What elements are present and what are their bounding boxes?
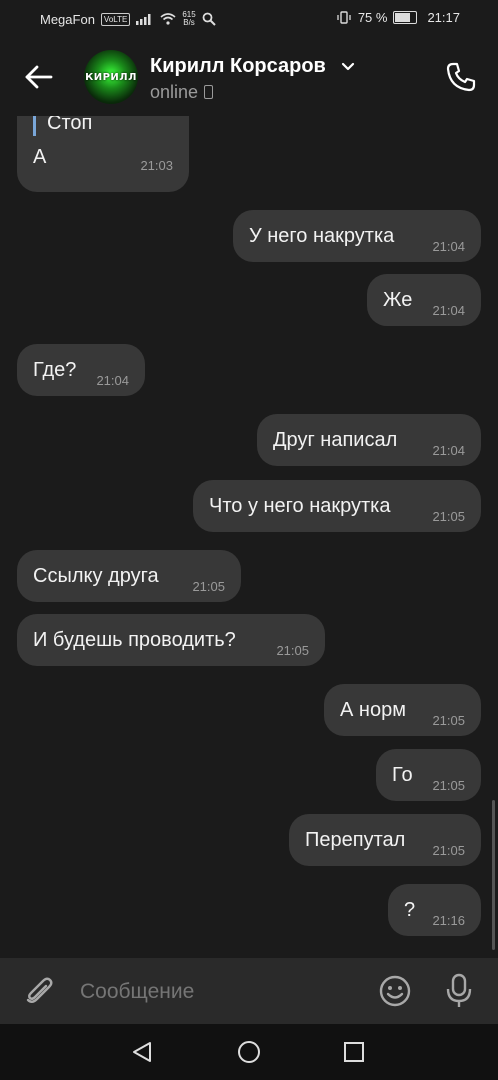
system-navigation-bar <box>0 1024 498 1080</box>
message-text: Перепутал <box>305 829 406 851</box>
vibrate-icon <box>337 11 351 24</box>
message-time: 21:04 <box>432 443 465 458</box>
volte-badge: VoLTE <box>100 12 131 26</box>
avatar-logo-text: КИРИЛЛ <box>85 72 137 83</box>
message-bubble-outgoing[interactable]: У него накрутка 21:04 <box>233 210 481 262</box>
status-bar: MegaFon VoLTE 615 B/s 75 % 21:17 <box>0 0 498 38</box>
message-text: Же <box>383 289 413 311</box>
message-text: Что у него накрутка <box>209 495 391 517</box>
phone-call-icon[interactable] <box>444 60 478 94</box>
message-bubble-incoming[interactable]: Стоп А 21:03 <box>17 116 189 192</box>
message-time: 21:05 <box>432 778 465 793</box>
message-list[interactable]: Стоп А 21:03 У него накрутка 21:04 Же 21… <box>0 116 498 958</box>
message-time: 21:03 <box>140 158 173 173</box>
mobile-icon <box>204 85 214 99</box>
message-bubble-incoming[interactable]: Где? 21:04 <box>17 344 145 396</box>
message-text: А <box>33 146 47 168</box>
message-time: 21:04 <box>432 303 465 318</box>
battery-percent: 75 % <box>357 10 388 25</box>
emoji-icon[interactable] <box>378 974 412 1008</box>
signal-icon <box>136 14 151 25</box>
message-bubble-outgoing[interactable]: Перепутал 21:05 <box>289 814 481 866</box>
message-time: 21:04 <box>432 239 465 254</box>
message-bubble-incoming[interactable]: Ссылку друга 21:05 <box>17 550 241 602</box>
nav-back-icon[interactable] <box>130 1040 154 1064</box>
message-text: Где? <box>33 359 77 381</box>
reply-quote-bar <box>33 116 36 136</box>
paperclip-icon[interactable] <box>22 974 56 1008</box>
chevron-down-icon[interactable] <box>341 60 355 74</box>
message-bubble-outgoing[interactable]: Же 21:04 <box>367 274 481 326</box>
message-time: 21:05 <box>432 843 465 858</box>
contact-name[interactable]: Кирилл Корсаров <box>150 55 326 78</box>
chat-header: КИРИЛЛ Кирилл Корсаров online <box>0 38 498 116</box>
nav-home-icon[interactable] <box>237 1040 261 1064</box>
message-composer <box>0 958 498 1024</box>
battery-icon <box>393 11 418 24</box>
message-bubble-outgoing[interactable]: Что у него накрутка 21:05 <box>193 480 481 532</box>
message-text: Го <box>392 764 413 786</box>
scrollbar[interactable] <box>492 800 495 950</box>
search-icon <box>202 12 216 26</box>
message-text: Ссылку друга <box>33 565 159 587</box>
message-bubble-incoming[interactable]: И будешь проводить? 21:05 <box>17 614 325 666</box>
message-input[interactable] <box>78 974 362 1010</box>
microphone-icon[interactable] <box>442 973 476 1009</box>
message-time: 21:16 <box>432 913 465 928</box>
message-time: 21:05 <box>432 713 465 728</box>
carrier-name: MegaFon <box>40 11 95 27</box>
reply-quote-text: Стоп <box>47 116 93 134</box>
message-time: 21:05 <box>432 509 465 524</box>
message-text: Друг написал <box>273 429 398 451</box>
network-speed: 615 B/s <box>182 10 196 27</box>
message-text: И будешь проводить? <box>33 629 236 651</box>
message-text: А норм <box>340 699 406 721</box>
message-time: 21:04 <box>96 373 129 388</box>
clock: 21:17 <box>427 10 460 25</box>
back-arrow-icon[interactable] <box>22 60 56 94</box>
message-bubble-outgoing[interactable]: Друг написал 21:04 <box>257 414 481 466</box>
message-bubble-outgoing[interactable]: Го 21:05 <box>376 749 481 801</box>
avatar[interactable]: КИРИЛЛ <box>84 50 138 104</box>
message-bubble-outgoing[interactable]: ? 21:16 <box>388 884 481 936</box>
message-text: ? <box>404 899 416 921</box>
message-time: 21:05 <box>276 643 309 658</box>
contact-status: online <box>150 82 214 103</box>
nav-recents-icon[interactable] <box>343 1041 365 1063</box>
message-time: 21:05 <box>192 579 225 594</box>
message-text: У него накрутка <box>249 225 395 247</box>
wifi-icon <box>160 13 176 25</box>
message-bubble-outgoing[interactable]: А норм 21:05 <box>324 684 481 736</box>
